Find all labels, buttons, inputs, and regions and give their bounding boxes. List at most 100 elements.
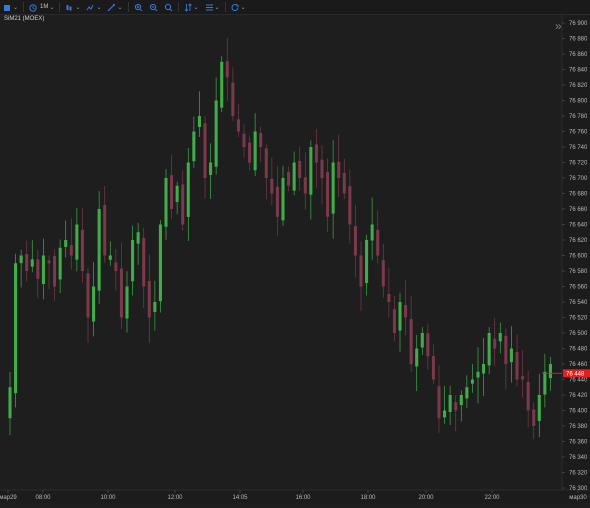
- candle-body: [521, 376, 525, 380]
- candle-body: [175, 185, 179, 202]
- candle-body: [197, 116, 201, 127]
- candles-icon: [66, 4, 72, 10]
- toolbar-separator: [23, 2, 25, 12]
- indicator-button[interactable]: ⌄: [83, 0, 104, 14]
- candle-body: [47, 260, 51, 264]
- candle-body: [498, 333, 502, 342]
- zoom-in-button[interactable]: [131, 0, 146, 14]
- chevron-down-icon: ⌄: [193, 4, 199, 11]
- candle-body: [448, 395, 452, 412]
- candle-body: [58, 247, 62, 280]
- candle-body: [30, 259, 34, 267]
- candle-body: [548, 364, 552, 379]
- y-tick-label: 76 380: [569, 424, 588, 430]
- chart-area[interactable]: 76 900 76 880 76 860 76 840 76 820 76 800 76 7…: [0, 15, 590, 503]
- candle-body: [353, 226, 357, 256]
- candle-body: [264, 148, 268, 178]
- chevron-down-icon: ⌄: [117, 4, 123, 11]
- draw-button[interactable]: ⌄: [104, 0, 125, 14]
- candle-body: [398, 302, 402, 331]
- y-tick-label: 76 580: [569, 269, 588, 275]
- candle-body: [454, 402, 458, 411]
- candle-body: [420, 333, 424, 348]
- candle-body: [337, 161, 341, 178]
- candle-body: [387, 293, 391, 302]
- candle-body: [370, 224, 374, 241]
- candle-body: [231, 82, 235, 116]
- refresh-button[interactable]: ⌄: [228, 0, 249, 14]
- candle-body: [476, 371, 480, 378]
- candle-body: [298, 160, 302, 178]
- toolbar: ⌄ 1М ⌄ ⌄ ⌄ ⌄ ⌄ ⌄ ⌄: [0, 0, 590, 15]
- y-tick-label: 76 900: [569, 21, 588, 27]
- x-tick-label: 10:00: [100, 495, 116, 501]
- candle-body: [365, 240, 369, 284]
- y-tick-label: 76 860: [569, 52, 588, 58]
- clock-icon: [29, 3, 37, 12]
- chevron-down-icon: ⌄: [214, 4, 220, 11]
- candle-body: [543, 371, 547, 395]
- candle-body: [242, 133, 246, 147]
- y-tick-label: 76 800: [569, 99, 588, 105]
- clock-button[interactable]: 1М ⌄: [26, 0, 57, 14]
- candle-body: [170, 175, 174, 209]
- candle-body: [314, 144, 318, 163]
- candle-body: [526, 382, 530, 411]
- y-tick-label: 76 400: [569, 409, 588, 415]
- collapse-panel-icon[interactable]: »: [555, 20, 562, 32]
- y-tick-label: 76 560: [569, 285, 588, 291]
- y-tick-label: 76 840: [569, 68, 588, 74]
- x-tick-label: 08:00: [35, 495, 51, 501]
- y-tick-label: 76 320: [569, 471, 588, 477]
- candle-body: [331, 162, 335, 214]
- candle-body: [158, 224, 162, 302]
- candle-body: [41, 255, 45, 285]
- toolbar-separator: [59, 2, 61, 12]
- candle-body: [80, 229, 84, 271]
- candle-body: [147, 280, 151, 318]
- refresh-icon: [231, 3, 239, 11]
- search-button[interactable]: [161, 0, 176, 14]
- x-tick-label: 16:00: [295, 495, 311, 501]
- candle-body: [86, 273, 90, 318]
- menu-icon: [4, 4, 10, 11]
- candle-body: [443, 410, 447, 418]
- y-tick-label: 76 340: [569, 455, 588, 461]
- candle-body: [131, 240, 135, 282]
- y-tick-label: 76 820: [569, 83, 588, 89]
- y-tick-label: 76 880: [569, 37, 588, 43]
- y-tick-label: 76 620: [569, 238, 588, 244]
- list-button[interactable]: ⌄: [202, 0, 223, 14]
- candle-body: [108, 255, 112, 260]
- candle-body: [504, 335, 508, 364]
- candle-body: [275, 186, 279, 217]
- y-tick-label: 76 760: [569, 130, 588, 136]
- sort-button[interactable]: ⌄: [181, 0, 202, 14]
- candle-body: [181, 184, 185, 225]
- toolbar-separator: [177, 2, 179, 12]
- zoom-out-icon: [149, 3, 157, 11]
- candle-body: [142, 237, 146, 287]
- y-tick-label: 76 780: [569, 114, 588, 120]
- candle-body: [259, 132, 263, 147]
- candle-body: [348, 186, 352, 225]
- sort-icon: [184, 2, 192, 12]
- candle-body: [532, 409, 536, 426]
- candle-body: [426, 333, 430, 357]
- candles-button[interactable]: ⌄: [62, 0, 83, 14]
- chevron-down-icon: ⌄: [240, 4, 246, 11]
- y-tick-label: 76 700: [569, 176, 588, 182]
- y-tick-label: 76 440: [569, 378, 588, 384]
- y-tick-label: 76 660: [569, 207, 588, 213]
- candle-body: [25, 254, 29, 271]
- y-tick-label: 76 680: [569, 192, 588, 198]
- menu-button[interactable]: ⌄: [0, 0, 21, 14]
- candle-body: [97, 209, 101, 291]
- candle-body: [125, 286, 129, 319]
- indicator-icon: [87, 4, 94, 10]
- price-chart[interactable]: 76 900 76 880 76 860 76 840 76 820 76 800 76 7…: [0, 15, 590, 503]
- zoom-out-button[interactable]: [146, 0, 161, 14]
- toolbar-separator: [224, 2, 226, 12]
- candle-body: [64, 240, 68, 247]
- chart-title: SiM21 (MOEX): [4, 16, 45, 22]
